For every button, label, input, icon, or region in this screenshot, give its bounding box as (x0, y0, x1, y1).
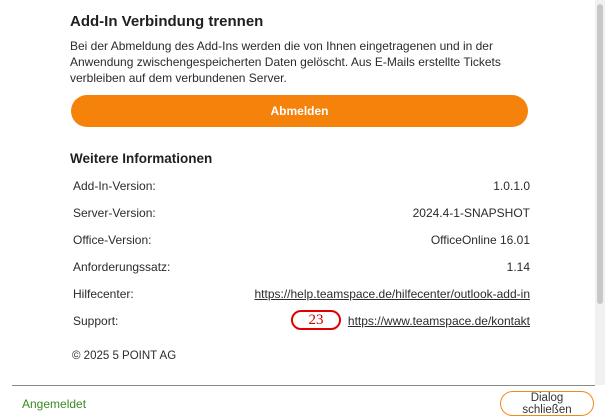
addin-settings-panel: Add-In Verbindung trennen Bei der Abmeld… (0, 0, 605, 420)
scrollbar-thumb[interactable] (597, 4, 603, 304)
annotation-badge: 23 (291, 310, 341, 330)
vertical-scrollbar[interactable] (595, 0, 605, 385)
info-label: Support: (73, 313, 119, 328)
info-label: Add-In-Version: (73, 178, 156, 193)
footer-divider (12, 385, 595, 386)
info-row-office-version: Office-Version: OfficeOnline 16.01 (70, 226, 530, 253)
info-label: Hilfecenter: (73, 286, 134, 301)
info-label: Anforderungssatz: (73, 259, 171, 274)
info-section-title: Weitere Informationen (70, 151, 213, 166)
info-table: Add-In-Version: 1.0.1.0 Server-Version: … (70, 172, 530, 334)
info-value: 1.0.1.0 (493, 178, 530, 193)
info-value: 1.14 (506, 259, 530, 274)
copyright-text: © 2025 5 POINT AG (72, 350, 177, 362)
info-row-requirement-set: Anforderungssatz: 1.14 (70, 253, 530, 280)
disconnect-section-title: Add-In Verbindung trennen (70, 13, 264, 30)
login-status: Angemeldet (22, 397, 87, 411)
info-label: Server-Version: (73, 205, 156, 220)
info-value: OfficeOnline 16.01 (430, 232, 530, 247)
disconnect-description: Bei der Abmeldung des Add-Ins werden die… (70, 39, 501, 85)
info-label: Office-Version: (73, 232, 152, 247)
info-row-addin-version: Add-In-Version: 1.0.1.0 (70, 172, 530, 199)
support-link[interactable]: https://www.teamspace.de/kontakt (348, 314, 530, 328)
helpcenter-link[interactable]: https://help.teamspace.de/hilfecenter/ou… (254, 287, 530, 301)
info-row-server-version: Server-Version: 2024.4-1-SNAPSHOT (70, 199, 530, 226)
info-row-support: Support: 23 https://www.teamspace.de/kon… (70, 307, 530, 334)
info-value: 2024.4-1-SNAPSHOT (412, 205, 530, 220)
logout-button[interactable]: Abmelden (71, 95, 528, 127)
info-row-helpcenter: Hilfecenter: https://help.teamspace.de/h… (70, 280, 530, 307)
close-dialog-button[interactable]: Dialog schließen (500, 391, 594, 416)
